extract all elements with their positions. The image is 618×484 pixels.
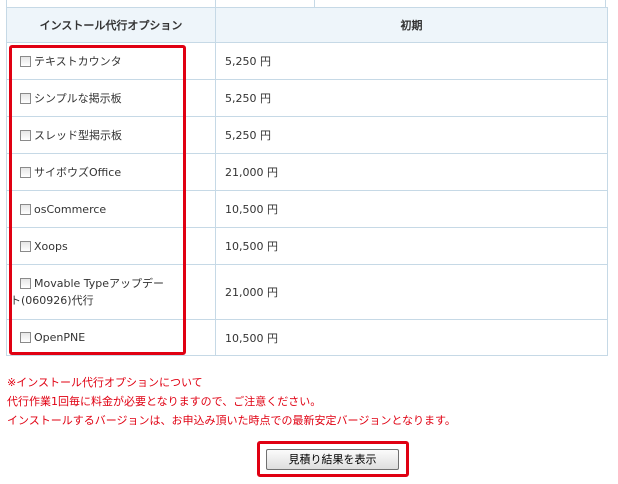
- previous-table-edge: [6, 0, 606, 7]
- show-estimate-button[interactable]: 見積り結果を表示: [266, 449, 399, 470]
- note-line: インストールするバージョンは、お申込み頂いた時点での最新安定バージョンとなります…: [7, 414, 456, 427]
- price-cell: 21,000 円: [215, 153, 608, 191]
- price-cell: 5,250 円: [215, 42, 608, 80]
- price-cell: 10,500 円: [215, 190, 608, 228]
- column-divider: [314, 0, 315, 7]
- options-highlight-frame: [9, 45, 186, 355]
- install-option-notes: ※インストール代行オプションについて 代行作業1回毎に料金が必要となりますので、…: [7, 373, 456, 430]
- price-cell: 21,000 円: [215, 264, 608, 320]
- table-header-row: インストール代行オプション 初期: [6, 7, 608, 43]
- price-cell: 10,500 円: [215, 319, 608, 356]
- header-option: インストール代行オプション: [6, 7, 216, 43]
- note-heading: ※インストール代行オプションについて: [7, 376, 203, 389]
- price-cell: 5,250 円: [215, 79, 608, 117]
- header-initial: 初期: [215, 7, 608, 43]
- note-line: 代行作業1回毎に料金が必要となりますので、ご注意ください。: [7, 395, 322, 408]
- price-cell: 10,500 円: [215, 227, 608, 265]
- column-divider: [215, 0, 216, 7]
- price-cell: 5,250 円: [215, 116, 608, 154]
